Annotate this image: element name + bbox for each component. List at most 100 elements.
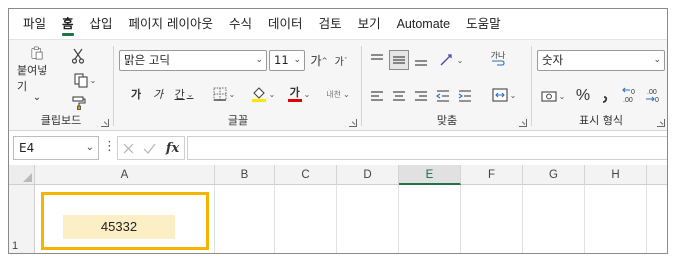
caret-up-icon: ^: [321, 56, 328, 65]
align-top-button[interactable]: [367, 50, 387, 70]
font-color-button[interactable]: 가 ⌄: [283, 84, 315, 104]
number-launcher-icon[interactable]: [657, 119, 665, 127]
column-header-a[interactable]: A: [35, 165, 215, 185]
cancel-icon[interactable]: [123, 143, 134, 154]
number-format-select[interactable]: 숫자 ⌄: [537, 50, 665, 71]
align-left-button[interactable]: [367, 86, 387, 106]
clipboard-launcher-icon[interactable]: [101, 119, 109, 127]
percent-glyph: %: [575, 87, 591, 104]
align-center-button[interactable]: [389, 86, 409, 106]
percent-style-button[interactable]: %: [573, 86, 593, 106]
column-header-g[interactable]: G: [523, 165, 585, 185]
merge-center-button[interactable]: ⌄: [487, 84, 521, 106]
more-options-icon[interactable]: ⋮: [103, 140, 116, 154]
paste-dropdown-caret[interactable]: ⌄: [33, 93, 41, 103]
alignment-group: ⌄ 가나 ⌄ 맞춤: [363, 40, 531, 132]
decrease-indent-button[interactable]: [433, 86, 453, 106]
italic-button[interactable]: 가: [149, 84, 167, 104]
scissors-icon: [71, 48, 85, 64]
alignment-launcher-icon[interactable]: [519, 119, 527, 127]
insert-function-icon[interactable]: fx: [166, 141, 179, 156]
comma-icon: [602, 96, 608, 103]
align-bottom-icon: [415, 60, 427, 66]
merge-cells-icon: [492, 88, 508, 102]
tab-insert[interactable]: 삽입: [82, 9, 121, 39]
tab-automate[interactable]: Automate: [389, 9, 459, 39]
orientation-button[interactable]: ⌄: [435, 50, 467, 70]
caret-down-icon: ˇ: [343, 56, 348, 65]
comma-style-button[interactable]: [595, 86, 615, 106]
column-gridline: [584, 185, 585, 253]
tab-view[interactable]: 보기: [350, 9, 389, 39]
underline-button[interactable]: 간 ⌄: [171, 84, 197, 104]
font-launcher-icon[interactable]: [349, 119, 357, 127]
chevron-down-icon: ⌄: [653, 55, 661, 65]
ribbon-divider: [113, 46, 114, 126]
column-header-h[interactable]: H: [585, 165, 647, 185]
align-bottom-button[interactable]: [411, 50, 431, 70]
paste-button[interactable]: 붙여넣기 ⌄: [17, 46, 57, 103]
grow-font-glyph: 가: [310, 54, 322, 68]
ribbon-tabs: 파일 홈 삽입 페이지 레이아웃 수식 데이터 검토 보기 Automate 도…: [9, 9, 667, 39]
align-right-button[interactable]: [411, 86, 431, 106]
select-all-button[interactable]: [9, 165, 35, 185]
font-name-select[interactable]: 맑은 고딕 ⌄: [119, 50, 267, 71]
chevron-down-icon: ⌄: [293, 55, 301, 65]
column-header-d[interactable]: D: [337, 165, 399, 185]
format-painter-icon: [71, 96, 86, 110]
chevron-down-icon: ⌄: [255, 55, 263, 65]
formula-input[interactable]: [187, 136, 667, 160]
chevron-down-icon: ⌄: [558, 91, 566, 101]
font-size-value: 11: [274, 53, 289, 67]
chevron-down-icon: ⌄: [456, 55, 464, 65]
tab-formulas[interactable]: 수식: [221, 9, 260, 39]
formula-row: E4 ⌄ ⋮ fx: [9, 131, 667, 165]
tab-review[interactable]: 검토: [311, 9, 350, 39]
worksheet-grid[interactable]: A B C D E F G H 1 45332: [9, 165, 667, 253]
tab-page-layout[interactable]: 페이지 레이아웃: [121, 9, 221, 39]
borders-button[interactable]: ⌄: [209, 84, 239, 104]
cell-a1-value[interactable]: 45332: [63, 215, 175, 239]
font-group-label: 글꼴: [227, 114, 249, 127]
row-header-1[interactable]: 1: [9, 185, 35, 253]
copy-button[interactable]: ⌄: [67, 70, 103, 90]
column-header-overflow[interactable]: [647, 165, 667, 185]
align-middle-button[interactable]: [389, 50, 409, 70]
column-header-f[interactable]: F: [461, 165, 523, 185]
excel-window: 파일 홈 삽입 페이지 레이아웃 수식 데이터 검토 보기 Automate 도…: [8, 8, 668, 254]
tab-help[interactable]: 도움말: [458, 9, 509, 39]
font-group: 맑은 고딕 ⌄ 11 ⌄ 가 ^ 가ˇ 가 가 간 ⌄ ⌄ ⌄ 가 ⌄ 내천 ⌄…: [115, 40, 361, 132]
increase-indent-icon: [458, 90, 471, 102]
decrease-decimal-icon: .00 0: [646, 89, 659, 104]
paste-label: 붙여넣기: [17, 64, 48, 93]
format-painter-button[interactable]: [69, 94, 89, 112]
column-gridline: [522, 185, 523, 253]
decrease-decimal-icon-button[interactable]: .00 0: [643, 84, 663, 106]
ribbon: 붙여넣기 ⌄ ⌄ 클립보드 맑은 고딕 ⌄ 11 ⌄ 가 ^ 가 ˇ 가 가 간…: [9, 39, 667, 132]
chevron-down-icon: ⌄: [343, 89, 350, 99]
bold-button[interactable]: 가: [127, 84, 145, 104]
increase-indent-button[interactable]: [455, 86, 475, 106]
accounting-format-button[interactable]: ⌄: [537, 86, 569, 106]
column-header-e[interactable]: E: [399, 165, 461, 185]
ribbon-divider: [531, 46, 532, 126]
fill-color-button[interactable]: ⌄: [247, 84, 279, 104]
align-right-icon: [415, 91, 427, 101]
cut-button[interactable]: [67, 46, 89, 66]
paste-icon: [31, 46, 43, 60]
shrink-font-button[interactable]: 가ˇ: [331, 50, 351, 71]
grow-font-button[interactable]: 가 ^: [309, 50, 329, 71]
increase-decimal-button[interactable]: 0 .00: [621, 84, 641, 106]
bold-glyph: 가: [130, 88, 142, 101]
svg-text:0: 0: [655, 97, 659, 104]
phonetic-guide-button[interactable]: 내천 ⌄: [321, 84, 355, 104]
tab-file[interactable]: 파일: [15, 9, 54, 39]
column-header-b[interactable]: B: [215, 165, 275, 185]
column-header-c[interactable]: C: [275, 165, 337, 185]
name-box[interactable]: E4 ⌄: [13, 136, 99, 160]
check-icon[interactable]: [143, 143, 156, 154]
wrap-text-button[interactable]: 가나: [487, 48, 509, 70]
tab-home[interactable]: 홈: [54, 9, 82, 39]
tab-data[interactable]: 데이터: [260, 9, 311, 39]
font-size-select[interactable]: 11 ⌄: [269, 50, 305, 71]
